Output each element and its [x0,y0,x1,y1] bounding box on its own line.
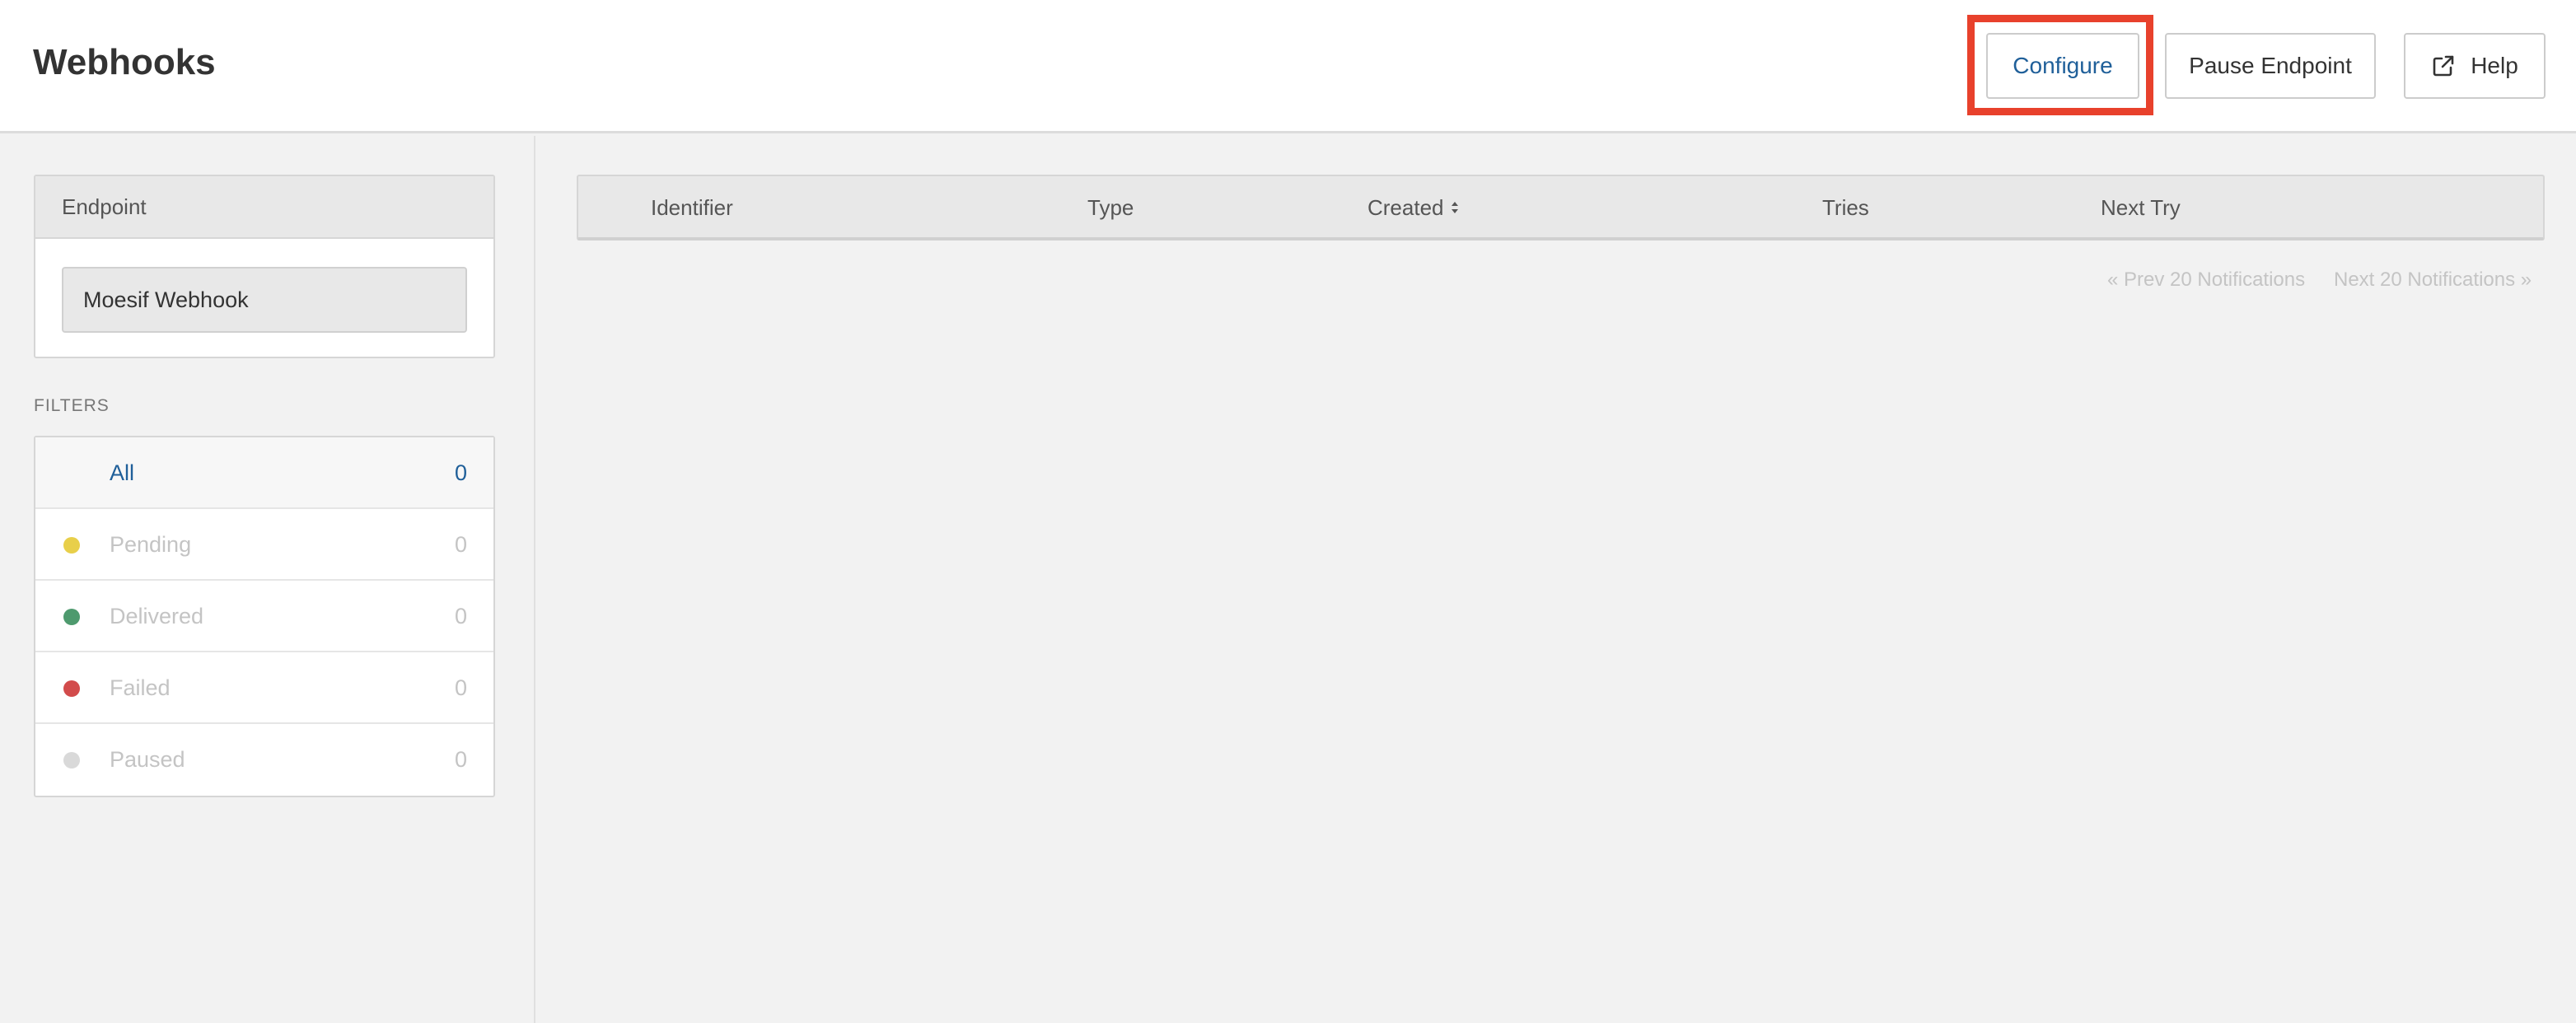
filter-count: 0 [454,675,467,700]
delivered-status-dot-icon [63,609,80,625]
column-tries[interactable]: Tries [1822,176,1869,239]
filter-label: Pending [110,532,192,557]
failed-status-dot-icon [63,680,80,697]
filter-label: Failed [110,675,171,700]
column-created-label: Created [1367,195,1444,220]
filter-item-paused[interactable]: Paused 0 [35,724,493,796]
filters-heading: FILTERS [34,396,110,415]
pending-status-dot-icon [63,537,80,554]
column-type[interactable]: Type [1087,176,1134,239]
endpoint-panel-title: Endpoint [35,176,493,239]
filter-item-failed[interactable]: Failed 0 [35,652,493,724]
filter-label: Paused [110,747,185,772]
next-page-link[interactable]: Next 20 Notifications » [2334,269,2532,292]
column-next-try[interactable]: Next Try [2101,176,2181,239]
endpoint-panel: Endpoint Moesif Webhook [34,175,495,358]
prev-page-link[interactable]: « Prev 20 Notifications [2107,269,2305,292]
sidebar: Endpoint Moesif Webhook FILTERS All 0 Pe… [0,136,535,1023]
page-title: Webhooks [33,42,216,82]
help-button[interactable]: Help [2404,33,2546,99]
sort-icon [1451,201,1459,217]
help-button-label: Help [2471,53,2518,78]
filter-count: 0 [454,604,467,628]
filter-item-all[interactable]: All 0 [35,437,493,509]
column-identifier[interactable]: Identifier [651,176,733,239]
filter-item-delivered[interactable]: Delivered 0 [35,581,493,652]
filters-list: All 0 Pending 0 Delivered 0 Failed 0 Pau… [34,436,495,797]
configure-button[interactable]: Configure [1986,33,2139,99]
pause-endpoint-button[interactable]: Pause Endpoint [2165,33,2376,99]
filter-item-pending[interactable]: Pending 0 [35,509,493,581]
page-header: Webhooks Configure Pause Endpoint Help [0,0,2576,133]
filter-count: 0 [454,747,467,772]
column-created[interactable]: Created [1367,176,1459,239]
filter-count: 0 [454,460,467,485]
endpoint-selector[interactable]: Moesif Webhook [62,267,467,333]
filter-label: Delivered [110,604,204,628]
filter-count: 0 [454,532,467,557]
notifications-table-header: Identifier Type Created Tries Next Try [577,175,2545,241]
filter-label: All [110,460,135,485]
external-link-icon [2431,54,2456,78]
paused-status-dot-icon [63,752,80,768]
